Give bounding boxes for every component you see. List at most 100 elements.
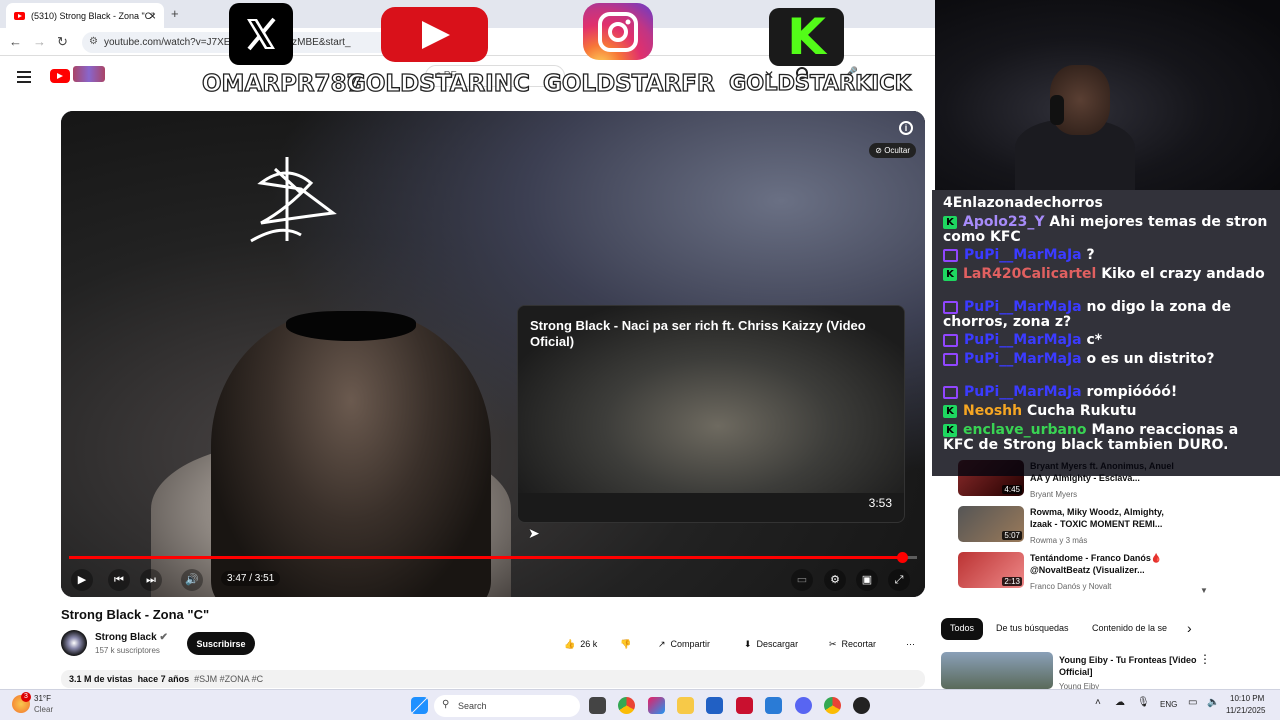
- sidebar-scroll-down-icon[interactable]: ▼: [1200, 586, 1208, 595]
- clock-time[interactable]: 10:10 PM: [1230, 694, 1264, 703]
- hashtags[interactable]: #SJM #ZONA #C: [194, 674, 263, 684]
- rec-thumbnail: 5:07: [958, 506, 1024, 542]
- overlay-handle-kick: GOLDSTARKICK: [728, 70, 911, 95]
- twitch-badge-icon: [943, 333, 958, 347]
- endscreen-duration: 3:53: [868, 496, 892, 510]
- subscribe-button[interactable]: Suscribirse: [187, 632, 255, 655]
- channel-avatar[interactable]: [61, 630, 87, 656]
- tray-overflow-icon[interactable]: ˄: [1095, 697, 1101, 708]
- upload-age: hace 7 años: [137, 674, 190, 684]
- file-explorer-icon[interactable]: [677, 697, 694, 714]
- fullscreen-icon[interactable]: ⤢: [888, 569, 910, 591]
- chip-searches[interactable]: De tus búsquedas: [987, 618, 1078, 640]
- next-icon[interactable]: ⏭: [140, 569, 162, 591]
- rec-video-item[interactable]: 2:13 Tentándome - Franco Danós🩸 @NovaltB…: [958, 552, 1208, 594]
- windows-start-icon[interactable]: [411, 697, 428, 714]
- chip-content[interactable]: Contenido de la se: [1083, 618, 1175, 640]
- tab-close-icon[interactable]: ×: [149, 9, 156, 23]
- youtube-logo-icon[interactable]: [50, 69, 70, 83]
- obs-icon[interactable]: [853, 697, 870, 714]
- site-info-icon[interactable]: ⚙: [89, 36, 98, 47]
- weather-desc: Clear: [34, 705, 54, 714]
- onedrive-icon[interactable]: ☁: [1115, 697, 1125, 708]
- microphone-icon: [1050, 95, 1064, 125]
- rec-duration: 2:13: [1002, 577, 1022, 586]
- chat-username: PuPi__MarMaJa: [964, 247, 1087, 263]
- store-icon[interactable]: [706, 697, 723, 714]
- mcafee-icon[interactable]: [736, 697, 753, 714]
- progress-bar[interactable]: [69, 552, 917, 563]
- play-icon[interactable]: ▶: [71, 569, 93, 591]
- rec-video-item[interactable]: Young Eiby - Tu Fronteas [Video Official…: [941, 652, 1211, 694]
- share-button[interactable]: ↗ Compartir: [650, 632, 719, 656]
- chat-message: K Apolo23_Y Ahi mejores temas de stron co…: [943, 215, 1273, 245]
- info-icon[interactable]: i: [899, 121, 913, 135]
- chat-message: Kenclave_urbano Mano reaccionas a KFC de…: [943, 423, 1273, 453]
- twitch-badge-icon: [943, 385, 958, 399]
- new-tab-button[interactable]: +: [171, 6, 179, 21]
- subtitles-icon[interactable]: ▭: [791, 569, 813, 591]
- previous-icon[interactable]: ⏮: [108, 569, 130, 591]
- speaker-icon[interactable]: 🔈: [1207, 697, 1219, 708]
- windows-taskbar: 3 31°F Clear ⚲ Search ˄ ☁ 🎙 ENG ▭ 🔈 10:10…: [0, 689, 1280, 720]
- more-vert-icon[interactable]: ⋮: [1199, 652, 1211, 666]
- rec-thumbnail: 2:13: [958, 552, 1024, 588]
- kick-letter: K: [787, 8, 826, 66]
- doodle-logo-icon[interactable]: [73, 66, 105, 82]
- taskbar-search[interactable]: ⚲ Search: [434, 695, 580, 717]
- chevron-right-icon[interactable]: ›: [1187, 620, 1192, 636]
- outlook-icon[interactable]: [765, 697, 782, 714]
- rec-video-item[interactable]: 5:07 Rowma, Miky Woodz, Almighty, Izaak …: [958, 506, 1208, 548]
- scrubber-handle[interactable]: [896, 552, 908, 563]
- theater-mode-icon[interactable]: ▣: [856, 569, 878, 591]
- more-actions-icon[interactable]: ⋯: [898, 632, 923, 656]
- back-arrow-icon[interactable]: ←: [9, 34, 22, 49]
- weather-temp: 31°F: [34, 694, 51, 703]
- time-display: 3:47 / 3:51: [221, 571, 281, 586]
- chat-message: PuPi__MarMaJa o es un distrito?: [943, 352, 1273, 367]
- download-icon: ⬇: [744, 638, 752, 649]
- clip-button[interactable]: ✂ Recortar: [821, 632, 885, 656]
- task-view-icon[interactable]: [589, 697, 606, 714]
- language-indicator[interactable]: ENG: [1160, 700, 1177, 709]
- chrome-profile-icon[interactable]: [824, 697, 841, 714]
- video-player[interactable]: i ⊘ Ocultar Strong Black - Naci pa ser r…: [61, 111, 925, 597]
- endscreen-title: Strong Black - Naci pa ser rich ft. Chri…: [530, 318, 866, 349]
- chrome-icon[interactable]: [618, 697, 635, 714]
- network-icon[interactable]: ▭: [1188, 697, 1197, 708]
- mouse-cursor-icon: ➤: [528, 525, 540, 541]
- menu-hamburger-icon[interactable]: [17, 71, 31, 83]
- description-box[interactable]: 3.1 M de vistas hace 7 años #SJM #ZONA #…: [61, 670, 925, 688]
- channel-name[interactable]: Strong Black ✔: [95, 632, 168, 643]
- like-button[interactable]: 👍 26 k: [556, 632, 606, 656]
- copilot-icon[interactable]: [648, 697, 665, 714]
- endscreen-video-card[interactable]: Strong Black - Naci pa ser rich ft. Chri…: [517, 305, 905, 523]
- taskbar-search-label: Search: [458, 701, 487, 711]
- kick-badge-icon: K: [943, 404, 957, 418]
- dislike-button[interactable]: 👎: [612, 632, 640, 656]
- rec-title: Rowma, Miky Woodz, Almighty, Izaak - TOX…: [1030, 507, 1164, 529]
- like-count: 26 k: [580, 639, 598, 649]
- tab-title: (5310) Strong Black - Zona "C": [31, 10, 155, 21]
- download-button[interactable]: ⬇ Descargar: [736, 632, 807, 656]
- hide-endscreen-button[interactable]: ⊘ Ocultar: [869, 143, 916, 158]
- chat-message: PuPi__MarMaJa no digo la zona de chorros…: [943, 300, 1273, 330]
- settings-gear-icon[interactable]: ⚙: [824, 569, 846, 591]
- clock-date[interactable]: 11/21/2025: [1226, 706, 1265, 715]
- tray-mic-icon[interactable]: 🎙: [1137, 697, 1150, 708]
- chat-text: rompióóóó!: [1086, 384, 1178, 400]
- chip-todos[interactable]: Todos: [941, 618, 984, 640]
- streamer-webcam: [935, 0, 1280, 190]
- volume-icon[interactable]: 🔊: [181, 569, 203, 591]
- chat-username: LaR420Calicartel: [963, 266, 1102, 282]
- discord-icon[interactable]: [795, 697, 812, 714]
- eye-off-icon: ⊘: [875, 146, 882, 155]
- rec-duration: 5:07: [1002, 531, 1022, 540]
- share-label: Compartir: [670, 639, 711, 649]
- forward-arrow-icon[interactable]: →: [33, 34, 46, 49]
- x-logo-icon: [229, 3, 293, 65]
- browser-tab[interactable]: (5310) Strong Black - Zona "C" ×: [6, 3, 164, 28]
- rec-channel: Franco Danós y Novalt: [1030, 582, 1112, 591]
- chat-username: PuPi__MarMaJa: [964, 351, 1087, 367]
- reload-icon[interactable]: ↻: [57, 34, 68, 50]
